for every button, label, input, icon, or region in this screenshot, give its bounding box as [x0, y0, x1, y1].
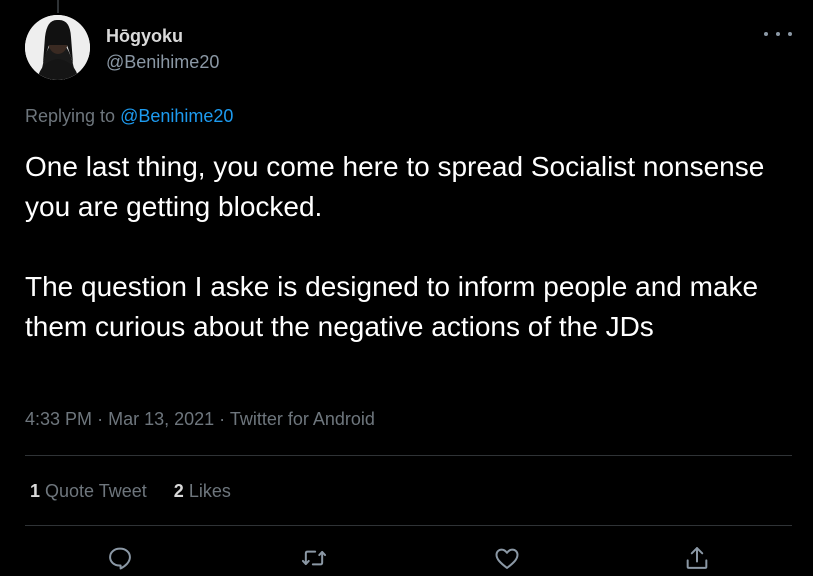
- author-name[interactable]: Hōgyoku: [106, 26, 183, 47]
- meta-separator: ·: [97, 409, 104, 429]
- tweet-source[interactable]: Twitter for Android: [230, 409, 375, 429]
- more-dots-icon: [788, 32, 792, 36]
- more-dots-icon: [764, 32, 768, 36]
- replying-to-label: Replying to: [25, 106, 116, 126]
- thread-connector-line: [57, 0, 59, 13]
- retweet-button[interactable]: [300, 544, 328, 572]
- tweet-time[interactable]: 4:33 PM: [25, 409, 92, 429]
- like-label: Likes: [188, 481, 231, 501]
- avatar-image: [25, 15, 90, 80]
- replying-to-mention[interactable]: @Benihime20: [120, 106, 233, 126]
- author-handle[interactable]: @Benihime20: [106, 52, 219, 73]
- share-button[interactable]: [683, 544, 711, 572]
- more-options-button[interactable]: [764, 24, 792, 44]
- like-icon: [495, 548, 519, 569]
- like-count: 2: [173, 481, 184, 501]
- more-dots-icon: [776, 32, 780, 36]
- quote-count: 1: [30, 481, 41, 501]
- retweet-icon: [301, 550, 327, 566]
- avatar[interactable]: [25, 15, 90, 80]
- quote-tweets-stat[interactable]: 1 Quote Tweet: [30, 481, 152, 501]
- tweet-date[interactable]: Mar 13, 2021: [108, 409, 214, 429]
- likes-stat[interactable]: 2 Likes: [174, 481, 231, 501]
- divider: [25, 525, 792, 526]
- engagement-stats: 1 Quote Tweet 2 Likes: [30, 481, 253, 502]
- tweet-paragraph: One last thing, you come here to spread …: [25, 151, 765, 222]
- tweet-metadata: 4:33 PM · Mar 13, 2021 · Twitter for And…: [25, 409, 375, 430]
- reply-icon: [109, 547, 131, 570]
- share-icon: [686, 547, 708, 569]
- divider: [25, 455, 792, 456]
- replying-to: Replying to @Benihime20: [25, 106, 233, 127]
- meta-separator: ·: [219, 409, 226, 429]
- tweet-paragraph: The question I aske is designed to infor…: [25, 271, 759, 342]
- reply-button[interactable]: [106, 544, 134, 572]
- like-button[interactable]: [493, 544, 521, 572]
- tweet-text: One last thing, you come here to spread …: [25, 147, 795, 347]
- quote-label: Quote Tweet: [45, 481, 147, 501]
